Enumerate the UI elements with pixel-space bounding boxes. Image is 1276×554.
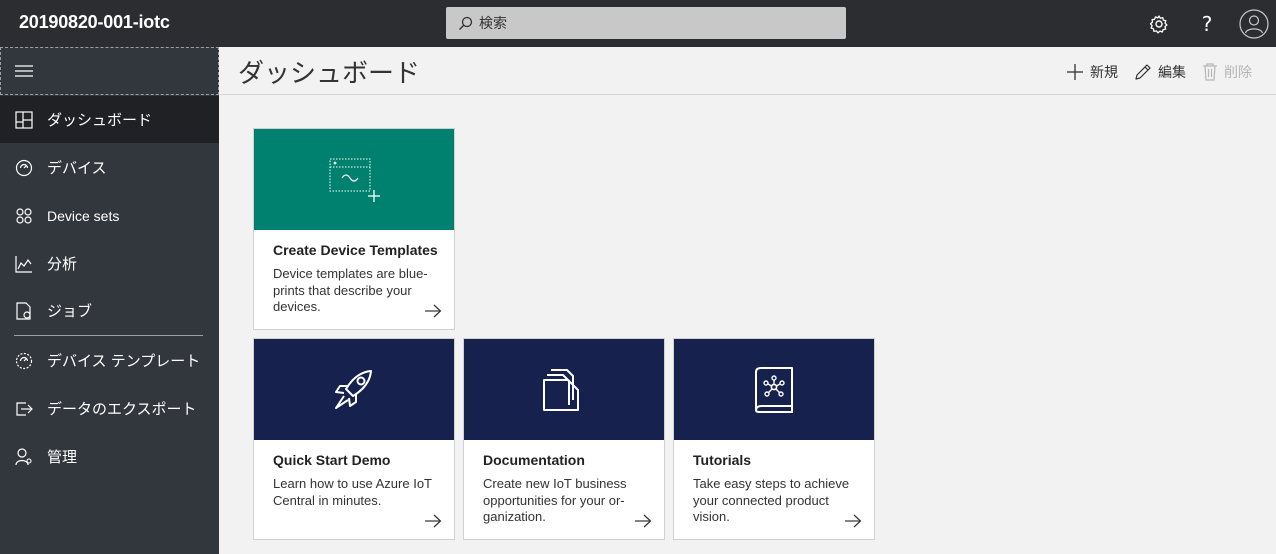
devices-icon bbox=[14, 158, 34, 178]
new-button[interactable]: 新規 bbox=[1066, 61, 1118, 83]
card-description: Create new IoT business opportunities fo… bbox=[483, 476, 627, 524]
page-title: ダッシュボード bbox=[238, 58, 421, 88]
arrow-right-icon[interactable] bbox=[424, 514, 442, 528]
sidebar-item-label: ジョブ bbox=[47, 303, 93, 320]
sidebar: ダッシュボード デバイス Device sets 分析 ジョブ デバイス テンプ… bbox=[0, 47, 219, 554]
hamburger-icon bbox=[15, 65, 33, 77]
arrow-right-icon[interactable] bbox=[634, 514, 652, 528]
documentation-card[interactable]: Documentation Create new IoT business op… bbox=[463, 338, 665, 540]
card-description: Take easy steps to achieve your connecte… bbox=[693, 476, 850, 524]
header-divider bbox=[219, 94, 1276, 95]
plus-icon bbox=[1067, 64, 1083, 80]
card-title: Documentation bbox=[483, 452, 585, 468]
pencil-icon bbox=[1135, 64, 1151, 80]
quick-start-demo-card[interactable]: Quick Start Demo Learn how to use Azure … bbox=[253, 338, 455, 540]
sidebar-item-dashboard[interactable]: ダッシュボード bbox=[0, 96, 219, 143]
create-device-templates-card[interactable]: Create Device Templates Device templates… bbox=[253, 128, 455, 330]
arrow-right-icon[interactable] bbox=[844, 514, 862, 528]
sidebar-item-devices[interactable]: デバイス bbox=[0, 144, 219, 191]
card-banner bbox=[254, 339, 454, 440]
help-button[interactable]: ? bbox=[1192, 9, 1222, 39]
settings-button[interactable] bbox=[1144, 9, 1174, 39]
search-box[interactable]: 検索 bbox=[446, 7, 846, 39]
sidebar-item-administration[interactable]: 管理 bbox=[0, 433, 219, 480]
card-banner bbox=[464, 339, 664, 440]
card-banner bbox=[254, 129, 454, 230]
sidebar-item-data-export[interactable]: データのエクスポート bbox=[0, 385, 219, 432]
sidebar-item-label: デバイス テンプレート bbox=[47, 353, 201, 370]
delete-button[interactable]: 削除 bbox=[1202, 61, 1252, 83]
sidebar-item-label: 管理 bbox=[47, 449, 78, 466]
card-title: Tutorials bbox=[693, 452, 752, 468]
account-icon bbox=[1239, 9, 1269, 39]
edit-button[interactable]: 編集 bbox=[1134, 61, 1186, 83]
sidebar-item-label: データのエクスポート bbox=[47, 401, 197, 418]
device-templates-icon bbox=[14, 351, 34, 371]
arrow-right-icon[interactable] bbox=[424, 304, 442, 318]
analytics-icon bbox=[14, 254, 34, 274]
dashboard-icon bbox=[14, 110, 34, 130]
sidebar-item-device-sets[interactable]: Device sets bbox=[0, 192, 219, 239]
administration-icon bbox=[14, 447, 34, 467]
sidebar-item-device-templates[interactable]: デバイス テンプレート bbox=[0, 337, 219, 384]
sidebar-item-label: Device sets bbox=[47, 207, 120, 224]
data-export-icon bbox=[14, 399, 34, 419]
app-title[interactable]: 20190820-001-iotc bbox=[19, 12, 170, 33]
card-title: Quick Start Demo bbox=[273, 452, 391, 468]
account-button[interactable] bbox=[1239, 9, 1269, 39]
gear-icon bbox=[1149, 15, 1168, 34]
hamburger-button[interactable] bbox=[0, 47, 219, 95]
search-icon bbox=[459, 16, 473, 30]
sidebar-item-label: 分析 bbox=[47, 256, 78, 273]
help-icon: ? bbox=[1201, 12, 1213, 36]
device-sets-icon bbox=[14, 206, 34, 226]
book-icon bbox=[755, 366, 793, 413]
jobs-icon bbox=[14, 301, 34, 321]
card-description: Device templates are blue-prints that de… bbox=[273, 266, 428, 314]
rocket-icon bbox=[335, 369, 372, 409]
sidebar-item-jobs[interactable]: ジョブ bbox=[0, 287, 219, 334]
sidebar-item-label: ダッシュボード bbox=[47, 112, 153, 129]
device-template-icon bbox=[329, 158, 380, 202]
new-button-label: 新規 bbox=[1090, 64, 1118, 80]
sidebar-item-analytics[interactable]: 分析 bbox=[0, 240, 219, 287]
card-banner bbox=[674, 339, 874, 440]
folder-icon bbox=[543, 368, 579, 411]
card-title: Create Device Templates bbox=[273, 242, 438, 258]
sidebar-divider bbox=[14, 335, 203, 336]
sidebar-item-label: デバイス bbox=[47, 160, 107, 177]
card-description: Learn how to use Azure IoT Central in mi… bbox=[273, 476, 432, 508]
trash-icon bbox=[1203, 63, 1217, 81]
delete-button-label: 削除 bbox=[1224, 64, 1252, 80]
search-input[interactable]: 検索 bbox=[479, 13, 507, 33]
top-bar: 20190820-001-iotc 検索 ? bbox=[0, 0, 1276, 47]
edit-button-label: 編集 bbox=[1158, 64, 1186, 80]
tutorials-card[interactable]: Tutorials Take easy steps to achieve you… bbox=[673, 338, 875, 540]
